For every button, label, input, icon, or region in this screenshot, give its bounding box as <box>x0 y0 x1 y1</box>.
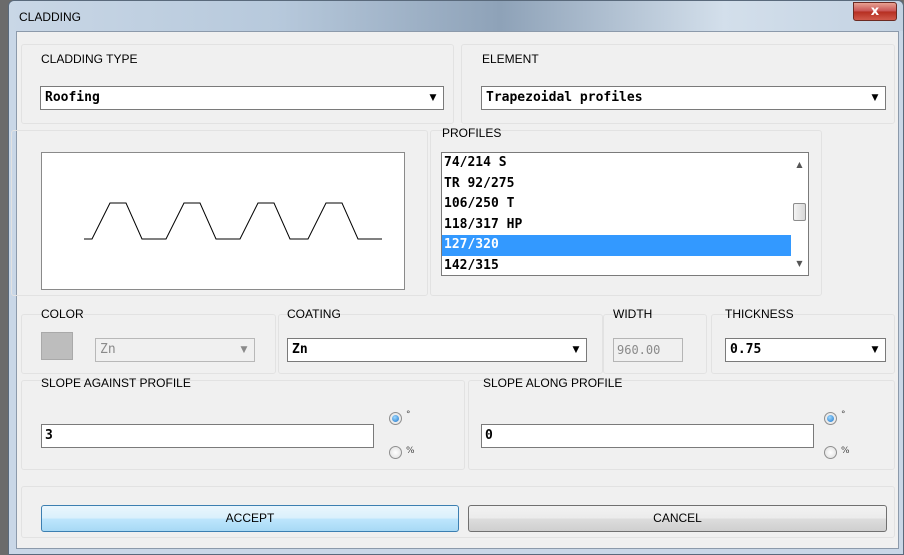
chevron-down-icon: ▼ <box>871 345 879 355</box>
element-label: ELEMENT <box>482 52 539 66</box>
close-icon: x <box>870 4 880 19</box>
list-item-selected[interactable]: 127/320 <box>442 235 808 256</box>
cladding-dialog: CLADDING x CLADDING TYPE Roofing ▼ ELEME… <box>8 0 904 555</box>
chevron-down-icon: ▼ <box>871 93 879 103</box>
slope-against-degree-label: ° <box>406 410 411 420</box>
element-select[interactable]: Trapezoidal profiles ▼ <box>481 86 886 110</box>
width-field[interactable]: 960.00 <box>613 338 683 362</box>
element-value: Trapezoidal profiles <box>486 90 643 105</box>
slope-along-percent-radio[interactable] <box>824 446 837 459</box>
dialog-client-area: CLADDING TYPE Roofing ▼ ELEMENT Trapezoi… <box>11 31 899 549</box>
profile-preview <box>41 152 405 290</box>
chevron-down-icon: ▼ <box>429 93 437 103</box>
color-value: Zn <box>100 342 116 357</box>
chevron-down-icon: ▼ <box>240 345 248 355</box>
slope-along-degree-label: ° <box>841 410 846 420</box>
slope-along-percent-label: % <box>841 446 850 456</box>
scroll-down-arrow-icon[interactable]: ▼ <box>791 255 808 272</box>
color-label: COLOR <box>41 307 84 321</box>
chevron-down-icon: ▼ <box>572 345 580 355</box>
coating-label: COATING <box>287 307 341 321</box>
profiles-label: PROFILES <box>442 126 502 140</box>
slope-along-label: SLOPE ALONG PROFILE <box>483 376 623 390</box>
scrollbar-thumb[interactable] <box>793 203 806 221</box>
slope-against-label: SLOPE AGAINST PROFILE <box>41 376 191 390</box>
cladding-type-label: CLADDING TYPE <box>41 52 138 66</box>
thickness-select[interactable]: 0.75 ▼ <box>725 338 886 362</box>
slope-along-value: 0 <box>485 428 493 443</box>
list-item[interactable]: TR 92/275 <box>442 174 808 195</box>
cancel-button[interactable]: CANCEL <box>468 505 887 532</box>
cladding-type-value: Roofing <box>45 90 100 105</box>
list-item[interactable]: 118/317 HP <box>442 215 808 236</box>
thickness-label: THICKNESS <box>725 307 794 321</box>
trapezoidal-profile-drawing <box>84 202 382 240</box>
list-item[interactable]: 74/214 S <box>442 153 808 174</box>
profiles-list[interactable]: 74/214 S TR 92/275 106/250 T 118/317 HP … <box>441 152 809 276</box>
color-select[interactable]: Zn ▼ <box>95 338 255 362</box>
color-swatch <box>41 332 73 360</box>
slope-along-degree-radio[interactable] <box>824 412 837 425</box>
list-item[interactable]: 142/315 <box>442 256 808 276</box>
width-value: 960.00 <box>617 343 661 357</box>
slope-against-value: 3 <box>45 428 53 443</box>
profiles-scrollbar[interactable]: ▲ ▼ <box>791 153 808 275</box>
window-title: CLADDING <box>19 10 82 24</box>
thickness-value: 0.75 <box>730 342 762 357</box>
slope-along-input[interactable]: 0 <box>481 424 814 448</box>
scroll-up-arrow-icon[interactable]: ▲ <box>791 156 808 173</box>
close-button[interactable]: x <box>853 2 897 21</box>
slope-against-percent-label: % <box>406 446 415 456</box>
coating-select[interactable]: Zn ▼ <box>287 338 587 362</box>
accept-button[interactable]: ACCEPT <box>41 505 459 532</box>
slope-against-percent-radio[interactable] <box>389 446 402 459</box>
cladding-type-select[interactable]: Roofing ▼ <box>40 86 444 110</box>
list-item[interactable]: 106/250 T <box>442 194 808 215</box>
coating-value: Zn <box>292 342 308 357</box>
slope-against-input[interactable]: 3 <box>41 424 374 448</box>
slope-against-degree-radio[interactable] <box>389 412 402 425</box>
width-label: WIDTH <box>613 307 653 321</box>
title-bar[interactable]: CLADDING x <box>9 1 903 31</box>
